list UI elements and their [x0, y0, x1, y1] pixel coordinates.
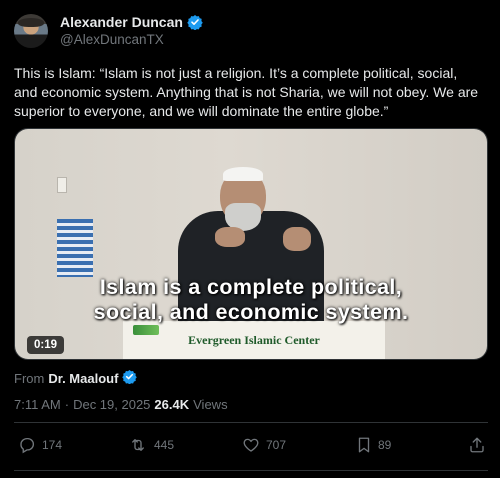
author-name-row[interactable]: Alexander Duncan — [60, 14, 203, 30]
podium-text: Evergreen Islamic Center — [188, 333, 320, 347]
share-button[interactable] — [468, 436, 486, 454]
like-icon — [242, 436, 260, 454]
meta-separator: · — [64, 397, 70, 412]
repost-count: 445 — [154, 438, 175, 452]
author-name[interactable]: Alexander Duncan — [60, 14, 183, 30]
reply-count: 174 — [42, 438, 63, 452]
reply-icon — [18, 436, 36, 454]
wall-poster-shape — [57, 219, 93, 277]
speaker-hand-left — [215, 227, 245, 247]
source-prefix: From — [14, 370, 45, 386]
like-count: 707 — [266, 438, 287, 452]
video-player[interactable]: Evergreen Islamic Center Islam is a comp… — [14, 128, 488, 360]
verified-badge-icon — [122, 369, 138, 387]
tweet-text: This is Islam: “Islam is not just a reli… — [14, 65, 479, 119]
video-caption: Islam is a complete political, social, a… — [15, 275, 487, 325]
avatar-hat-shape — [18, 18, 44, 27]
like-button[interactable]: 707 — [242, 436, 286, 454]
source-attribution: From Dr. Maalouf — [14, 369, 138, 387]
divider-bottom — [14, 470, 488, 471]
bookmark-icon — [356, 436, 372, 454]
speaker-hand-right — [283, 227, 311, 251]
caption-line-2: social, and economic system. — [93, 300, 409, 324]
divider-top — [14, 422, 488, 423]
action-bar: 174 445 707 89 — [14, 434, 488, 456]
views-count: 26.4K — [154, 397, 190, 412]
author-avatar[interactable] — [14, 14, 48, 48]
caption-line-1: Islam is a complete political, — [99, 275, 403, 299]
source-name-link[interactable]: Dr. Maalouf — [48, 371, 118, 386]
share-icon — [468, 436, 486, 454]
author-handle[interactable]: @AlexDuncanTX — [60, 32, 164, 47]
speaker-cap-shape — [223, 167, 263, 181]
repost-icon — [128, 436, 148, 454]
bookmark-button[interactable]: 89 — [356, 436, 391, 454]
wall-switch-shape — [57, 177, 67, 193]
bookmark-count: 89 — [378, 438, 392, 452]
video-duration-badge: 0:19 — [27, 336, 65, 354]
tweet-time[interactable]: 7:11 AM — [14, 397, 61, 412]
reply-button[interactable]: 174 — [18, 436, 62, 454]
repost-button[interactable]: 445 — [128, 436, 174, 454]
verified-badge-icon — [187, 14, 203, 30]
views-label: Views — [193, 397, 228, 412]
tweet-date[interactable]: Dec 19, 2025 — [73, 397, 150, 412]
tweet-meta: 7:11 AM · Dec 19, 2025 26.4K Views — [14, 397, 228, 412]
